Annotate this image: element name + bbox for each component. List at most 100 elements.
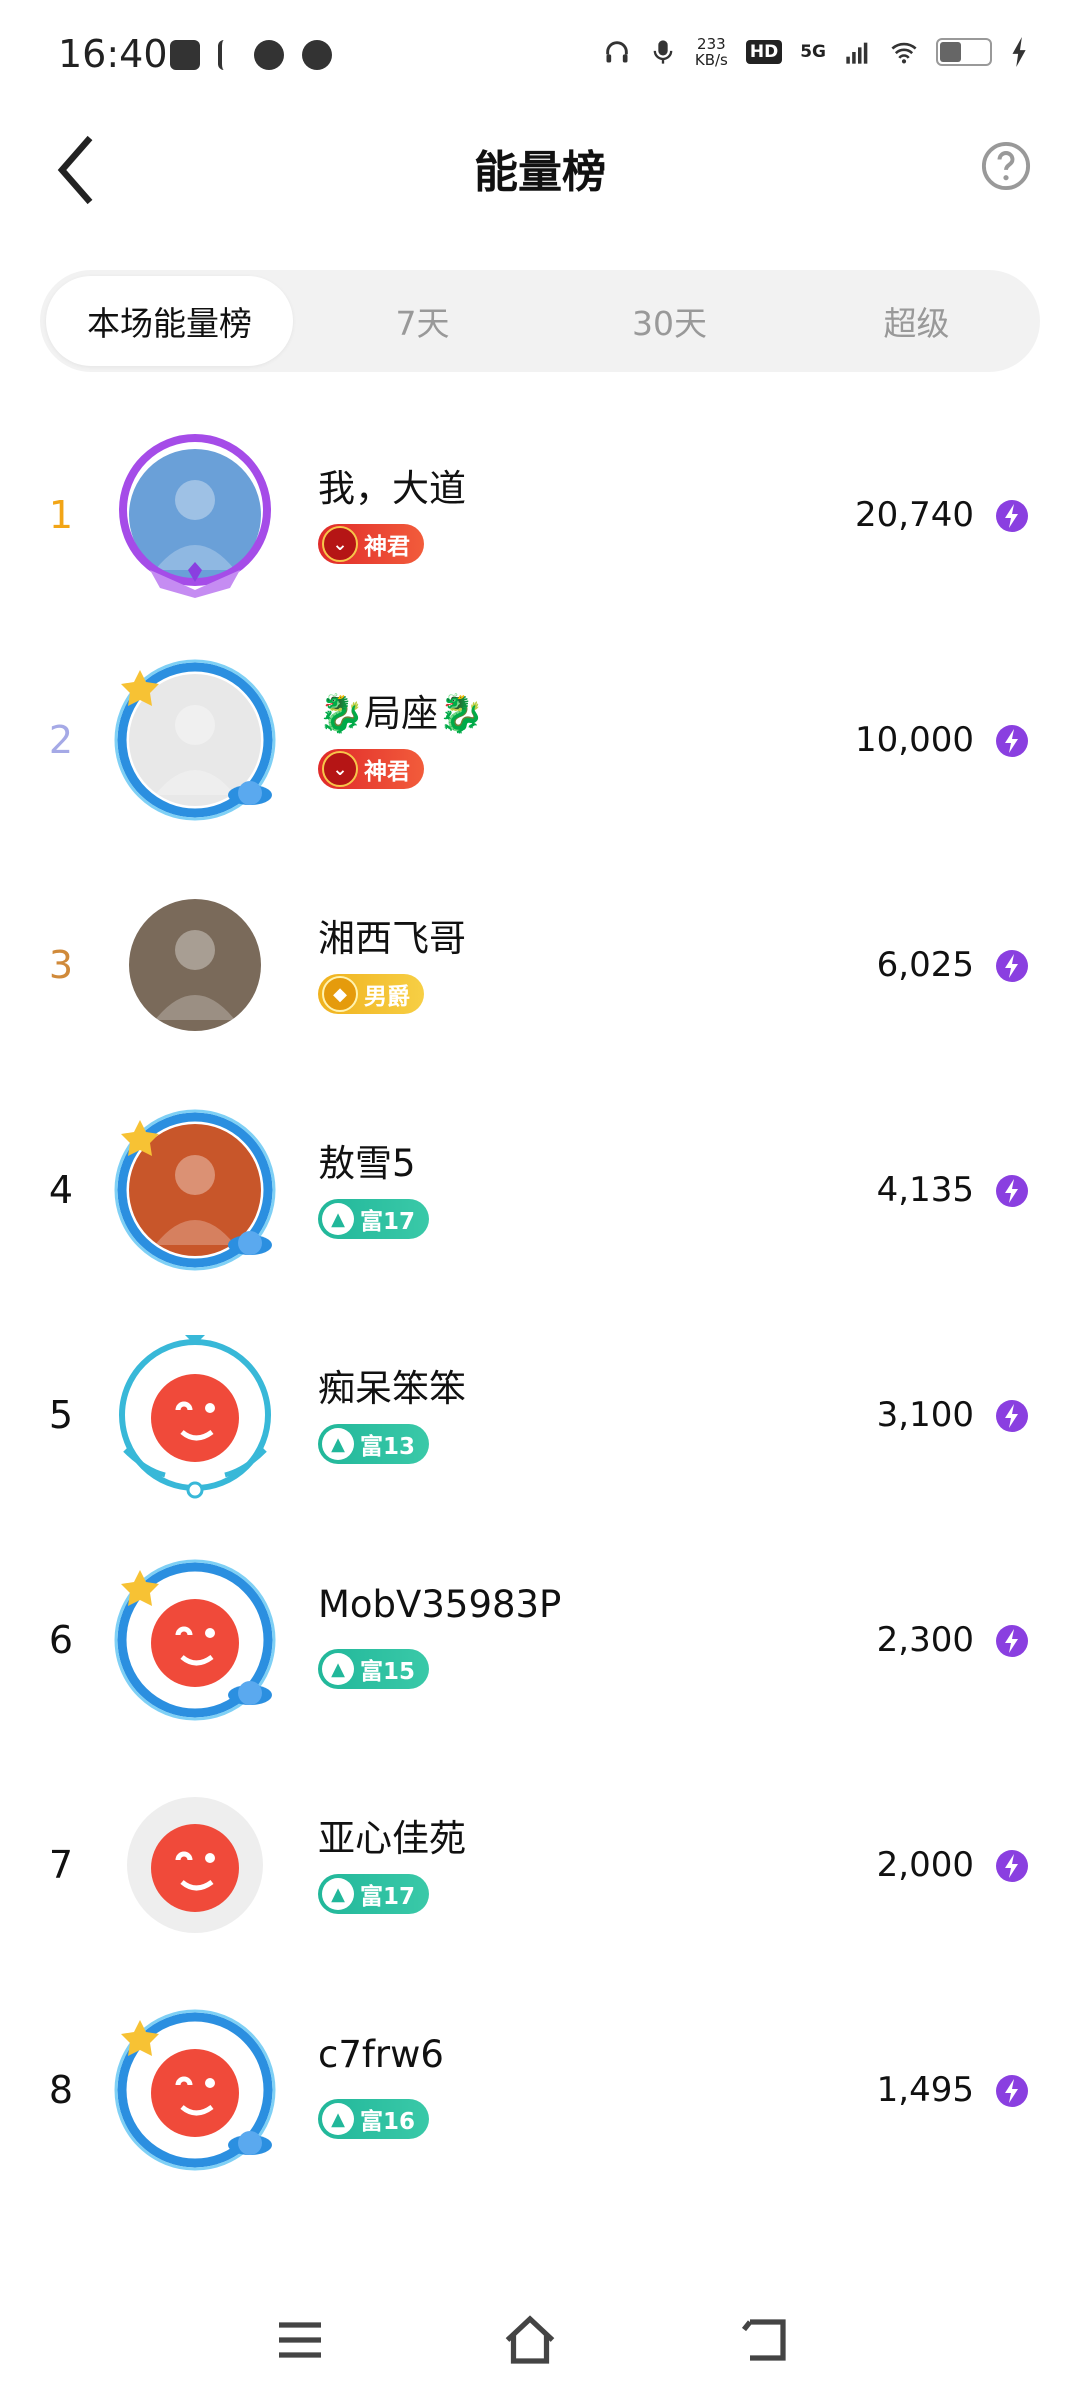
username: 痴呆笨笨: [318, 1367, 466, 1410]
level-badge: ▲ 富16: [318, 2099, 430, 2139]
list-item[interactable]: 3 湘西飞哥 ◆ 男爵 6,025: [0, 850, 1080, 1080]
level-badge: ▲ 富13: [318, 1424, 430, 1464]
level-badge: ⌄ 神君: [318, 524, 424, 564]
badge-label: 富13: [360, 1434, 416, 1460]
rank-number: 7: [48, 1843, 74, 1887]
list-item[interactable]: 1 我，大道 ⌄ 神君 20,740: [0, 400, 1080, 630]
message-icon: [170, 40, 200, 70]
rank-number: 3: [48, 943, 74, 987]
lightning-icon: [996, 500, 1028, 532]
menu-icon[interactable]: [270, 2310, 330, 2370]
rank-emblem-icon: ⌄: [322, 526, 358, 562]
rank-emblem-icon: ⌄: [322, 751, 358, 787]
avatar[interactable]: [110, 1330, 280, 1500]
wifi-icon: [891, 42, 917, 64]
microphone-icon: [653, 40, 673, 64]
battery-icon: [936, 38, 992, 66]
speed-value: 233: [697, 35, 726, 53]
period-tabs: 本场能量榜 7天 30天 超级: [40, 270, 1040, 372]
rich-level-icon: ▲: [322, 1878, 354, 1910]
lightning-icon: [996, 1850, 1028, 1882]
status-time: 16:40: [58, 32, 168, 76]
tab-current-session[interactable]: 本场能量榜: [46, 276, 293, 366]
username: 湘西飞哥: [318, 917, 466, 960]
status-notification-icons: [170, 40, 332, 70]
rank-number: 8: [48, 2068, 74, 2112]
rich-level-icon: ▲: [322, 1428, 354, 1460]
energy-value: 6,025: [876, 945, 974, 985]
username: 我，大道: [318, 467, 466, 510]
energy-value: 1,495: [876, 2070, 974, 2110]
lightning-icon: [996, 1400, 1028, 1432]
chat-bubble-icon: [302, 40, 332, 70]
list-item[interactable]: 5 痴呆笨笨 ▲ 富13 3,100: [0, 1300, 1080, 1530]
app-icon: [254, 40, 284, 70]
energy-value: 2,300: [876, 1620, 974, 1660]
rank-number: 2: [48, 718, 74, 762]
avatar[interactable]: [110, 1105, 280, 1275]
badge-label: 富17: [360, 1884, 416, 1910]
username: 亚心佳苑: [318, 1817, 466, 1860]
network-speed: 233 KB/s: [695, 36, 728, 68]
list-item[interactable]: 7 亚心佳苑 ▲ 富17 2,000: [0, 1750, 1080, 1980]
tab-super[interactable]: 超级: [793, 270, 1040, 372]
list-item[interactable]: 2 🐉局座🐉 ⌄ 神君 10,000: [0, 625, 1080, 855]
level-badge: ▲ 富17: [318, 1874, 430, 1914]
username: c7frw6: [318, 2033, 444, 2076]
network-type: 5G: [800, 42, 826, 62]
system-nav-bar: [0, 2290, 1080, 2400]
help-icon[interactable]: [980, 140, 1032, 192]
badge-label: 富15: [360, 1659, 416, 1685]
tab-30-days[interactable]: 30天: [546, 270, 793, 372]
signal-icon: [846, 42, 868, 64]
rank-number: 1: [48, 493, 74, 537]
speed-unit: KB/s: [694, 51, 728, 69]
lightning-icon: [996, 725, 1028, 757]
username: 🐉局座🐉: [318, 692, 485, 735]
rich-level-icon: ▲: [322, 1653, 354, 1685]
list-item[interactable]: 8 c7frw6 ▲ 富16 1,495: [0, 1975, 1080, 2205]
charging-icon: [1012, 37, 1026, 67]
header: 能量榜: [0, 120, 1080, 220]
tab-7-days[interactable]: 7天: [299, 270, 546, 372]
lightning-icon: [996, 950, 1028, 982]
energy-value: 3,100: [876, 1395, 974, 1435]
energy-value: 20,740: [855, 495, 974, 535]
username: 敖雪5: [318, 1142, 416, 1185]
rich-level-icon: ▲: [322, 2103, 354, 2135]
energy-value: 4,135: [876, 1170, 974, 1210]
avatar[interactable]: [110, 1780, 280, 1950]
lightning-icon: [996, 1175, 1028, 1207]
rank-number: 6: [48, 1618, 74, 1662]
badge-label: 神君: [364, 534, 410, 560]
lightning-icon: [996, 1625, 1028, 1657]
lightning-icon: [996, 2075, 1028, 2107]
headphones-icon: [606, 41, 628, 63]
rank-number: 4: [48, 1168, 74, 1212]
page-title: 能量榜: [474, 147, 606, 198]
avatar[interactable]: [110, 430, 280, 600]
level-badge: ⌄ 神君: [318, 749, 424, 789]
avatar[interactable]: [110, 655, 280, 825]
status-system-icons: 233 KB/s HD 5G: [603, 36, 1030, 68]
home-icon[interactable]: [500, 2310, 560, 2370]
back-nav-icon[interactable]: [735, 2310, 795, 2370]
rank-number: 5: [48, 1393, 74, 1437]
avatar[interactable]: [110, 2005, 280, 2175]
list-item[interactable]: 6 MobV35983P ▲ 富15 2,300: [0, 1525, 1080, 1755]
badge-label: 富16: [360, 2109, 416, 2135]
badge-label: 富17: [360, 1209, 416, 1235]
usb-icon: [218, 40, 236, 70]
hd-badge: HD: [745, 40, 783, 64]
username: MobV35983P: [318, 1583, 562, 1626]
status-bar: 16:40 233 KB/s HD 5G: [0, 0, 1080, 120]
badge-label: 男爵: [364, 984, 410, 1010]
avatar[interactable]: [110, 1555, 280, 1725]
level-badge: ▲ 富15: [318, 1649, 430, 1689]
energy-value: 10,000: [855, 720, 974, 760]
rich-level-icon: ▲: [322, 1203, 354, 1235]
level-badge: ◆ 男爵: [318, 974, 424, 1014]
avatar[interactable]: [110, 880, 280, 1050]
list-item[interactable]: 4 敖雪5 ▲ 富17 4,135: [0, 1075, 1080, 1305]
badge-label: 神君: [364, 759, 410, 785]
